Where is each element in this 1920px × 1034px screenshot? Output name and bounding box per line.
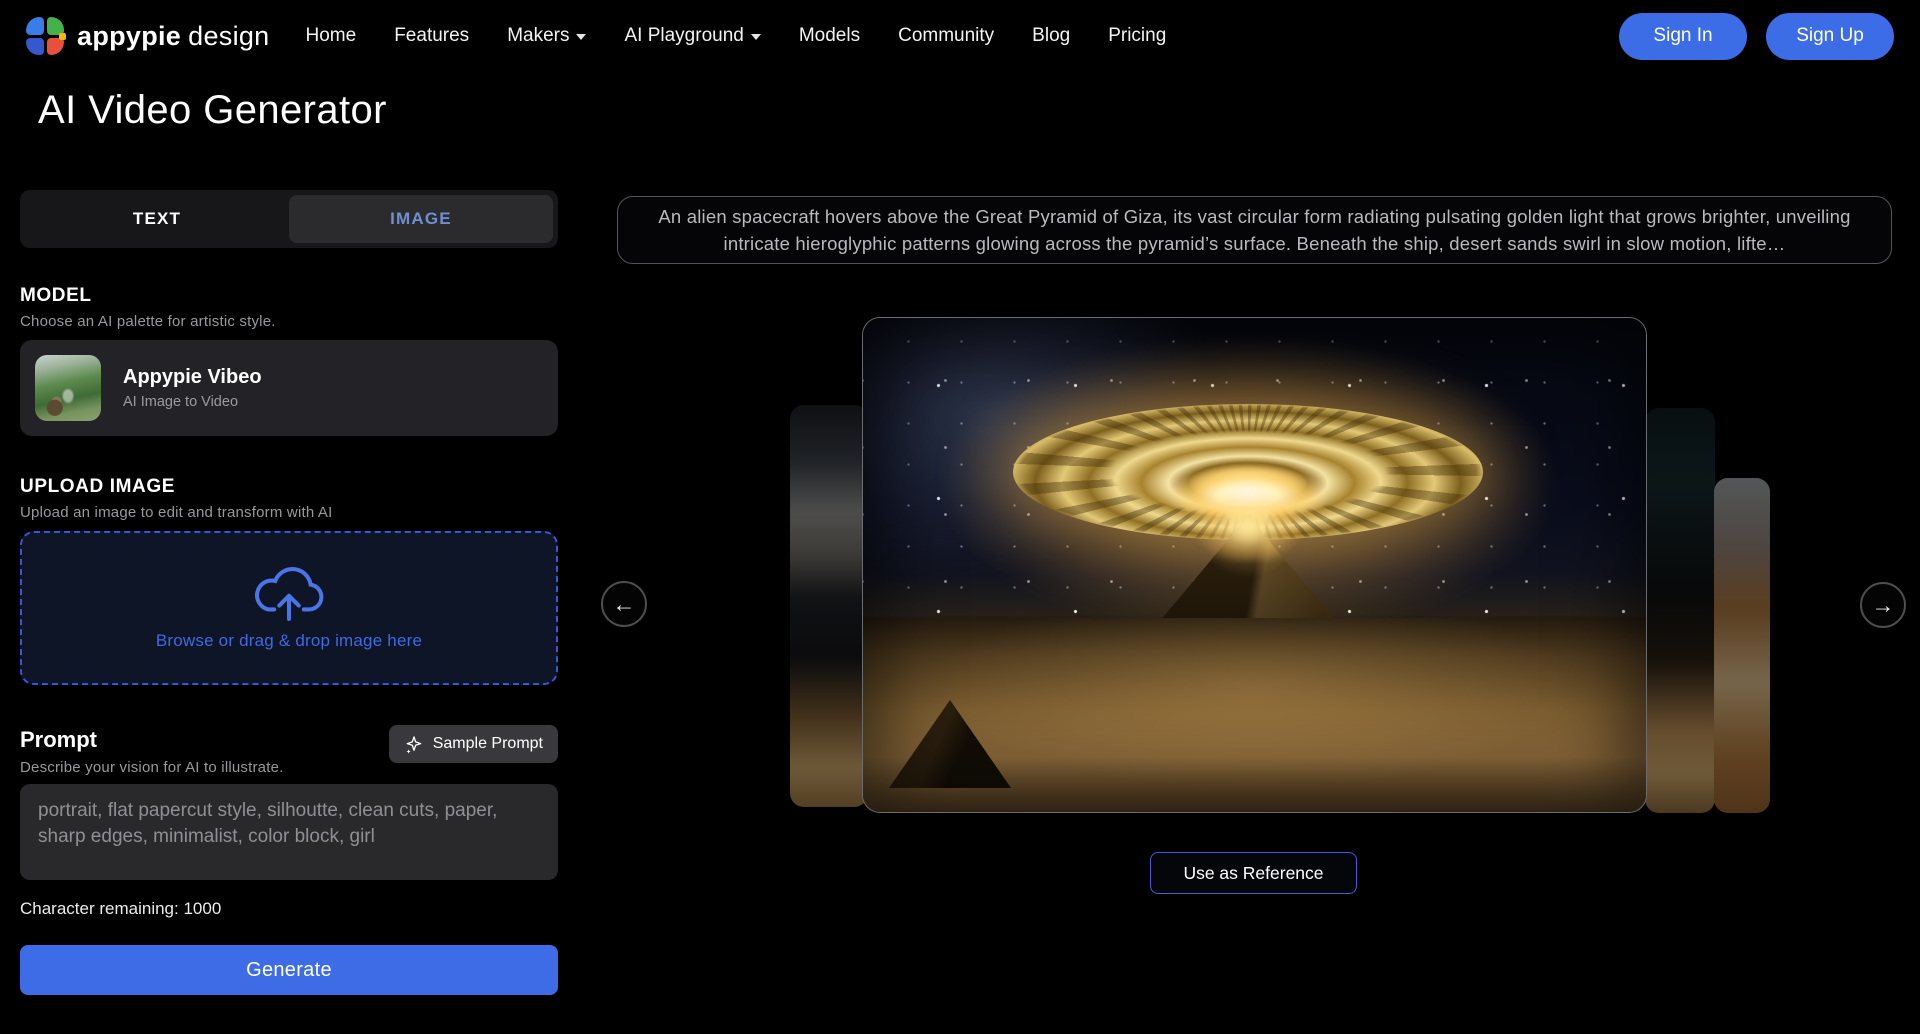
sign-in-button[interactable]: Sign In (1619, 13, 1747, 60)
nav-home[interactable]: Home (306, 25, 357, 47)
tab-text[interactable]: TEXT (25, 195, 289, 243)
upload-subheading: Upload an image to edit and transform wi… (20, 504, 558, 521)
upload-heading: UPLOAD IMAGE (20, 476, 558, 498)
model-subheading: Choose an AI palette for artistic style. (20, 313, 558, 330)
chevron-down-icon (751, 34, 761, 40)
nav-makers[interactable]: Makers (507, 25, 586, 47)
nav-blog[interactable]: Blog (1032, 25, 1070, 47)
carousel-next-slide-preview-2 (1714, 478, 1770, 813)
carousel-current-slide[interactable] (862, 317, 1647, 813)
prompt-section-header: Prompt Sample Prompt Describe your visio… (20, 727, 558, 776)
model-card-subtitle: AI Image to Video (123, 394, 262, 410)
nav-models[interactable]: Models (799, 25, 860, 47)
appypie-logo[interactable]: appypiedesign (26, 17, 270, 55)
nav-community[interactable]: Community (898, 25, 994, 47)
nav-ai-playground[interactable]: AI Playground (624, 25, 760, 47)
sample-prompt-button[interactable]: Sample Prompt (389, 725, 558, 763)
ai-video-generator-page: appypiedesign Home Features Makers AI Pl… (0, 0, 1920, 1034)
cloud-upload-icon (251, 565, 327, 623)
nav-features[interactable]: Features (394, 25, 469, 47)
carousel-next-slide-preview (1645, 408, 1715, 813)
page-title: AI Video Generator (38, 88, 387, 133)
appypie-pie-icon (26, 17, 64, 55)
tab-image[interactable]: IMAGE (289, 195, 553, 243)
character-remaining-label: Character remaining: 1000 (20, 899, 558, 919)
carousel-previous-slide-preview (790, 405, 868, 807)
brand-name: appypiedesign (77, 21, 270, 52)
carousel-next-button[interactable]: → (1860, 582, 1906, 628)
sign-up-button[interactable]: Sign Up (1766, 13, 1894, 60)
carousel-previous-button[interactable]: ← (601, 581, 647, 627)
model-heading: MODEL (20, 285, 558, 307)
arrow-right-icon: → (1872, 592, 1895, 619)
generator-control-panel: TEXT IMAGE MODEL Choose an AI palette fo… (20, 190, 558, 995)
arrow-left-icon: ← (613, 591, 636, 618)
nav-pricing[interactable]: Pricing (1108, 25, 1166, 47)
image-upload-dropzone[interactable]: Browse or drag & drop image here (20, 531, 558, 685)
model-card-appypie-vibeo[interactable]: Appypie Vibeo AI Image to Video (20, 340, 558, 436)
mode-tabs: TEXT IMAGE (20, 190, 558, 248)
sparkles-icon (404, 734, 424, 754)
model-card-title: Appypie Vibeo (123, 366, 262, 389)
chevron-down-icon (576, 34, 586, 40)
dropzone-text: Browse or drag & drop image here (156, 631, 422, 651)
model-thumbnail (35, 355, 101, 421)
auth-buttons: Sign In Sign Up (1619, 13, 1894, 60)
use-as-reference-button[interactable]: Use as Reference (1150, 852, 1357, 894)
generate-button[interactable]: Generate (20, 945, 558, 995)
sample-prompt-text: An alien spacecraft hovers above the Gre… (644, 203, 1865, 257)
main-nav: Home Features Makers AI Playground Model… (306, 25, 1167, 47)
top-nav-bar: appypiedesign Home Features Makers AI Pl… (0, 0, 1920, 72)
pyramid-apex-glow (1196, 490, 1300, 562)
model-card-text: Appypie Vibeo AI Image to Video (123, 366, 262, 410)
sample-prompt-display: An alien spacecraft hovers above the Gre… (617, 196, 1892, 264)
prompt-input[interactable] (20, 784, 558, 880)
